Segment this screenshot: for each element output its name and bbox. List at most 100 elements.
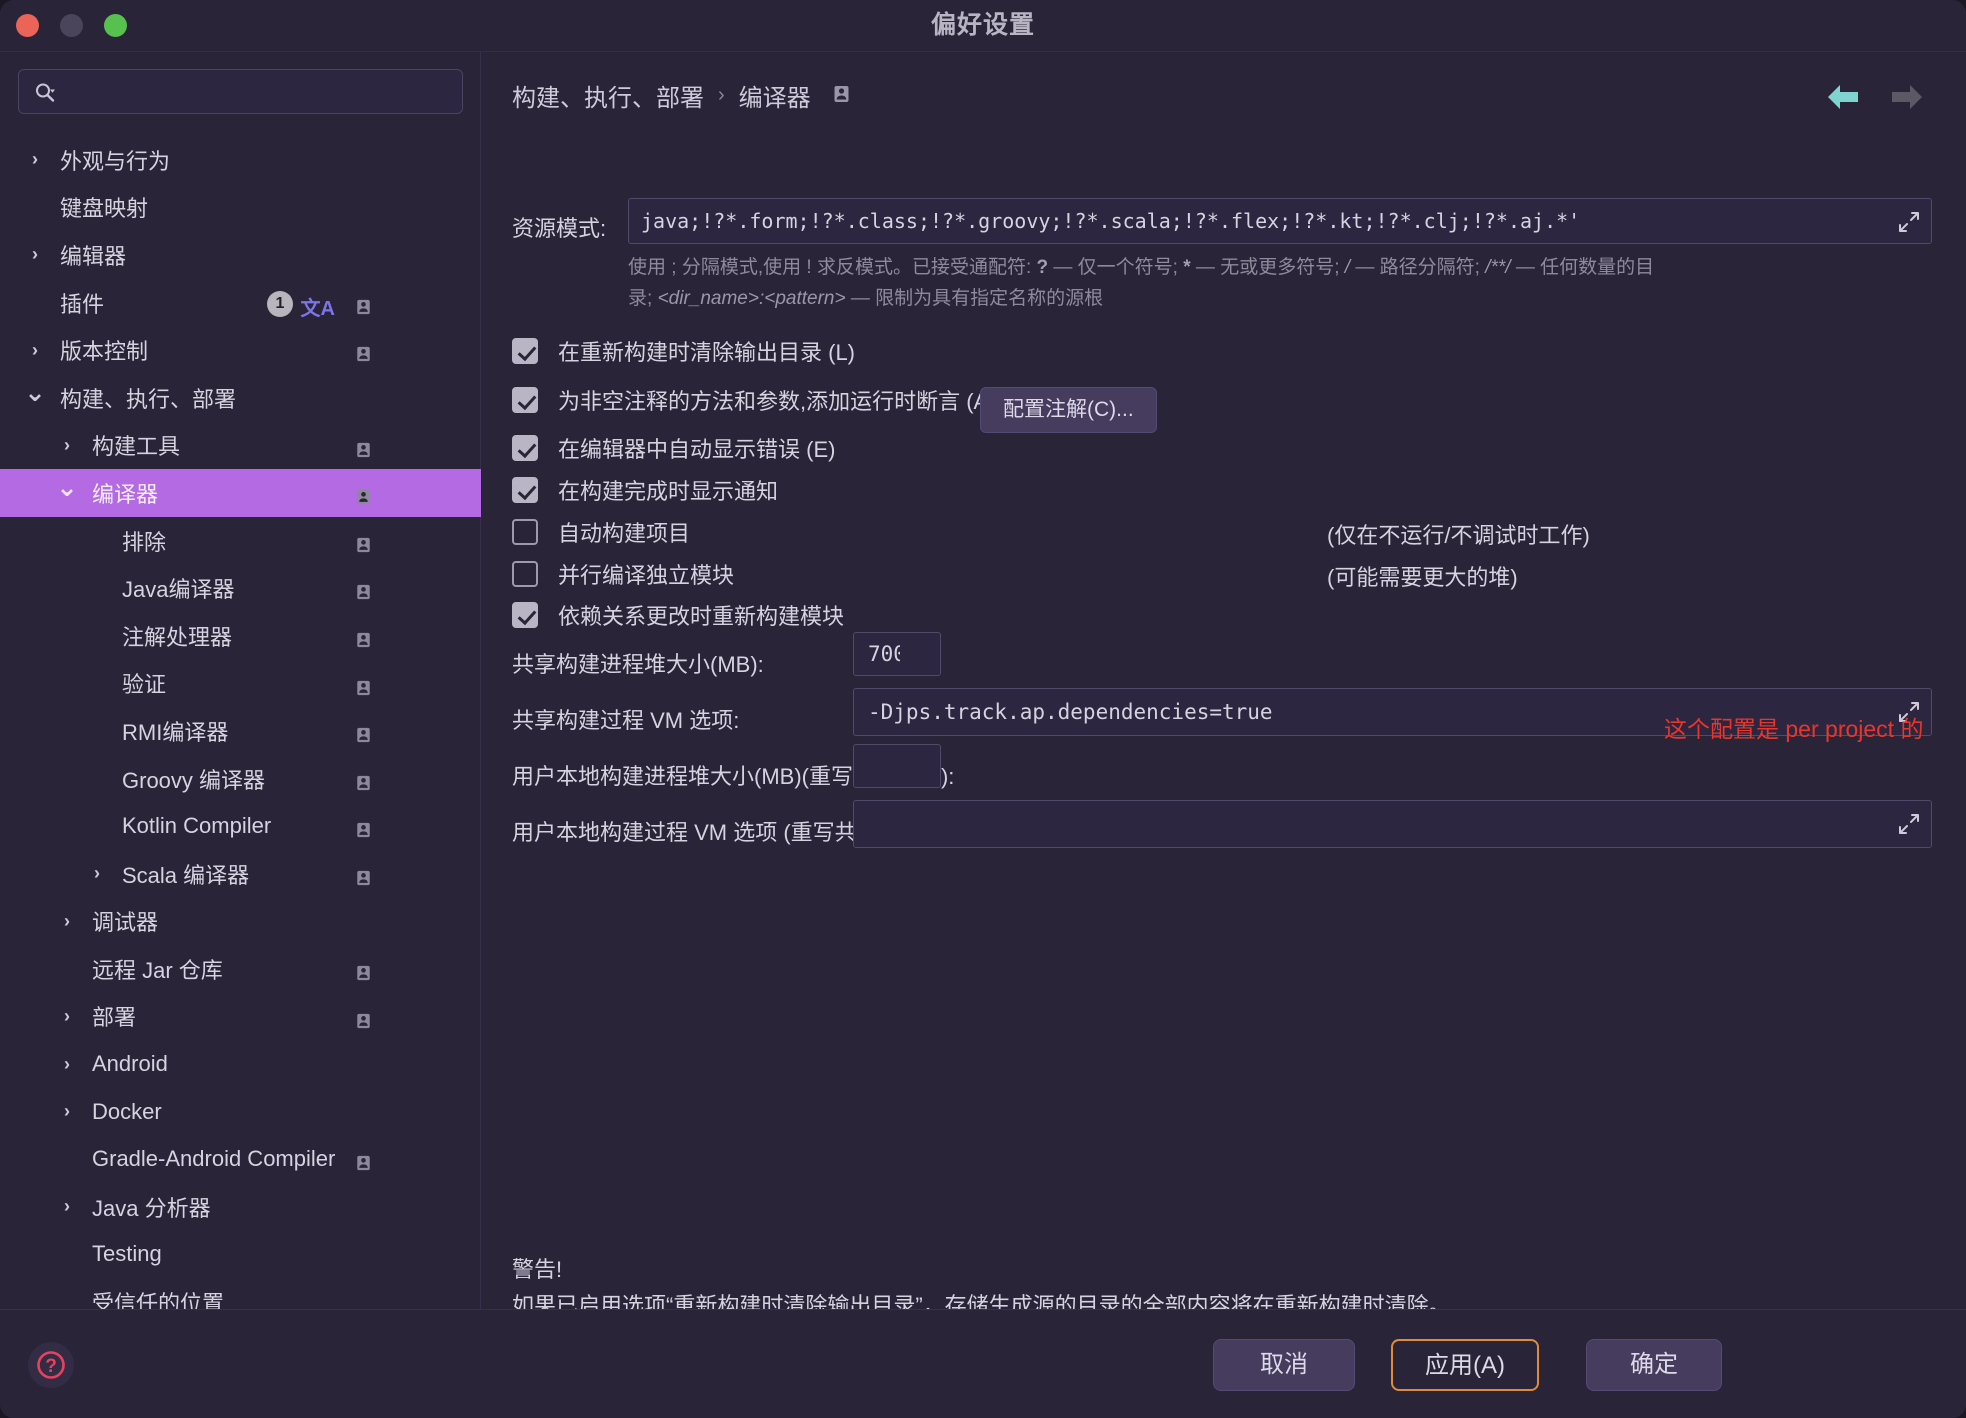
- sidebar-item[interactable]: › 编辑器: [0, 231, 481, 279]
- checkbox[interactable]: [512, 338, 538, 364]
- expand-icon[interactable]: [1897, 210, 1921, 234]
- field-value[interactable]: [868, 745, 900, 787]
- project-scope-icon: [356, 771, 371, 790]
- option-row[interactable]: 依赖关系更改时重新构建模块: [512, 599, 844, 631]
- sidebar-item[interactable]: Testing: [0, 1231, 481, 1279]
- chevron-right-icon[interactable]: ›: [86, 863, 108, 884]
- checkbox[interactable]: [512, 602, 538, 628]
- warning-title: 警告!: [512, 1257, 563, 1282]
- sidebar-item[interactable]: 排除: [0, 517, 481, 565]
- translate-icon[interactable]: 文A: [301, 292, 335, 321]
- expand-icon[interactable]: [1897, 812, 1921, 836]
- ok-button[interactable]: 确定: [1586, 1339, 1722, 1391]
- svg-text:?: ?: [45, 1356, 57, 1377]
- search-input[interactable]: [67, 70, 457, 113]
- sidebar-item[interactable]: 插件 1 文A: [0, 279, 481, 327]
- search-box[interactable]: [18, 69, 463, 114]
- chevron-right-icon[interactable]: ›: [56, 1054, 78, 1075]
- chevron-right-icon[interactable]: ›: [56, 1196, 78, 1217]
- breadcrumb: 构建、执行、部署 › 编译器: [512, 78, 850, 113]
- field-value[interactable]: 700: [868, 633, 900, 675]
- sidebar-item[interactable]: › Docker: [0, 1088, 481, 1136]
- chevron-down-icon[interactable]: ⌄: [56, 472, 78, 503]
- plugin-update-badge: 1: [267, 290, 293, 317]
- sidebar-item[interactable]: 键盘映射: [0, 184, 481, 232]
- apply-button[interactable]: 应用(A): [1391, 1339, 1539, 1391]
- configure-annotations-button[interactable]: 配置注解(C)...: [980, 387, 1157, 433]
- option-row[interactable]: 自动构建项目: [512, 516, 690, 548]
- project-scope-icon: [356, 438, 371, 457]
- preferences-window: 偏好设置 › 外观与行为 键盘映射 › 编辑器 插件 1 文A › 版本控制 ⌄ 构建、执行、部署 › 构…: [0, 0, 1966, 1418]
- resource-patterns-field[interactable]: '*.java;!?*.form;!?*.class;!?*.groovy;!?…: [628, 198, 1932, 244]
- sidebar-item[interactable]: Gradle-Android Compiler: [0, 1135, 481, 1183]
- project-scope-icon: [356, 961, 371, 981]
- option-row[interactable]: 为非空注释的方法和参数,添加运行时断言 (A): [512, 384, 996, 416]
- cancel-button[interactable]: 取消: [1213, 1339, 1355, 1391]
- sidebar-item-label: 远程 Jar 仓库: [92, 957, 223, 983]
- resource-patterns-value[interactable]: '*.java;!?*.form;!?*.class;!?*.groovy;!?…: [641, 199, 1881, 243]
- sidebar-item[interactable]: › 调试器: [0, 898, 481, 946]
- checkbox[interactable]: [512, 435, 538, 461]
- dialog-footer: ? 取消 应用(A) 确定: [0, 1309, 1966, 1418]
- sidebar-item[interactable]: ⌄ 编译器: [0, 469, 481, 517]
- option-label: 依赖关系更改时重新构建模块: [558, 604, 845, 629]
- sidebar-item-label: 部署: [92, 1005, 137, 1031]
- chevron-right-icon[interactable]: ›: [24, 340, 46, 361]
- navigate-forward-button[interactable]: [1888, 80, 1926, 114]
- sidebar-item[interactable]: › 部署: [0, 993, 481, 1041]
- option-note: (可能需要更大的堆): [1327, 565, 1518, 590]
- sidebar-item[interactable]: › 外观与行为: [0, 136, 481, 184]
- field-input[interactable]: [853, 744, 941, 788]
- field-input[interactable]: [853, 800, 1932, 848]
- chevron-right-icon[interactable]: ›: [56, 435, 78, 456]
- chevron-right-icon[interactable]: ›: [56, 911, 78, 932]
- field-label: 共享构建过程 VM 选项:: [512, 708, 740, 733]
- sidebar-item-label: 键盘映射: [60, 196, 149, 222]
- breadcrumb-separator-icon: ›: [718, 84, 725, 106]
- chevron-right-icon[interactable]: ›: [56, 1101, 78, 1122]
- sidebar-item-label: 版本控制: [60, 339, 149, 365]
- help-button[interactable]: ?: [28, 1342, 74, 1388]
- checkbox[interactable]: [512, 387, 538, 413]
- option-row[interactable]: 在构建完成时显示通知: [512, 474, 778, 506]
- chevron-right-icon[interactable]: ›: [24, 244, 46, 265]
- help-token-star: *: [1183, 257, 1191, 278]
- sidebar-item-label: 插件: [60, 291, 105, 317]
- checkbox[interactable]: [512, 519, 538, 545]
- sidebar-item[interactable]: Java编译器: [0, 564, 481, 612]
- sidebar-item[interactable]: › Scala 编译器: [0, 850, 481, 898]
- chevron-right-icon[interactable]: ›: [56, 1006, 78, 1027]
- help-text-4: — 路径分隔符;: [1350, 257, 1486, 278]
- search-icon: [33, 81, 57, 105]
- sidebar-item[interactable]: ⌄ 构建、执行、部署: [0, 374, 481, 422]
- navigate-back-button[interactable]: [1824, 80, 1862, 114]
- help-token-dirname: <dir_name>:<pattern>: [657, 288, 846, 309]
- sidebar-item[interactable]: RMI编译器: [0, 707, 481, 755]
- sidebar-item[interactable]: Groovy 编译器: [0, 755, 481, 803]
- project-scope-icon: [833, 82, 850, 110]
- option-label: 在重新构建时清除输出目录 (L): [558, 340, 856, 365]
- chevron-right-icon[interactable]: ›: [24, 149, 46, 170]
- field-value[interactable]: [868, 801, 1891, 847]
- sidebar-item[interactable]: › 构建工具: [0, 422, 481, 470]
- sidebar-item[interactable]: › Android: [0, 1040, 481, 1088]
- option-row[interactable]: 并行编译独立模块: [512, 558, 734, 590]
- option-row[interactable]: 在重新构建时清除输出目录 (L): [512, 335, 855, 367]
- sidebar-item[interactable]: Kotlin Compiler: [0, 802, 481, 850]
- sidebar-item[interactable]: 远程 Jar 仓库: [0, 945, 481, 993]
- sidebar-item[interactable]: 验证: [0, 660, 481, 708]
- sidebar-item[interactable]: › 版本控制: [0, 326, 481, 374]
- checkbox[interactable]: [512, 477, 538, 503]
- sidebar-item-label: Android: [92, 1051, 168, 1077]
- checkbox[interactable]: [512, 561, 538, 587]
- sidebar-item[interactable]: 注解处理器: [0, 612, 481, 660]
- field-input[interactable]: 700: [853, 632, 941, 676]
- option-row[interactable]: 在编辑器中自动显示错误 (E): [512, 432, 835, 464]
- sidebar-item-label: Java 分析器: [92, 1195, 211, 1221]
- chevron-down-icon[interactable]: ⌄: [24, 377, 46, 408]
- project-scope-icon: [356, 866, 371, 886]
- sidebar-item[interactable]: › Java 分析器: [0, 1183, 481, 1231]
- sidebar-item-label: 编译器: [92, 481, 159, 507]
- breadcrumb-root[interactable]: 构建、执行、部署: [512, 78, 704, 113]
- help-text-2: — 仅一个符号;: [1048, 257, 1184, 278]
